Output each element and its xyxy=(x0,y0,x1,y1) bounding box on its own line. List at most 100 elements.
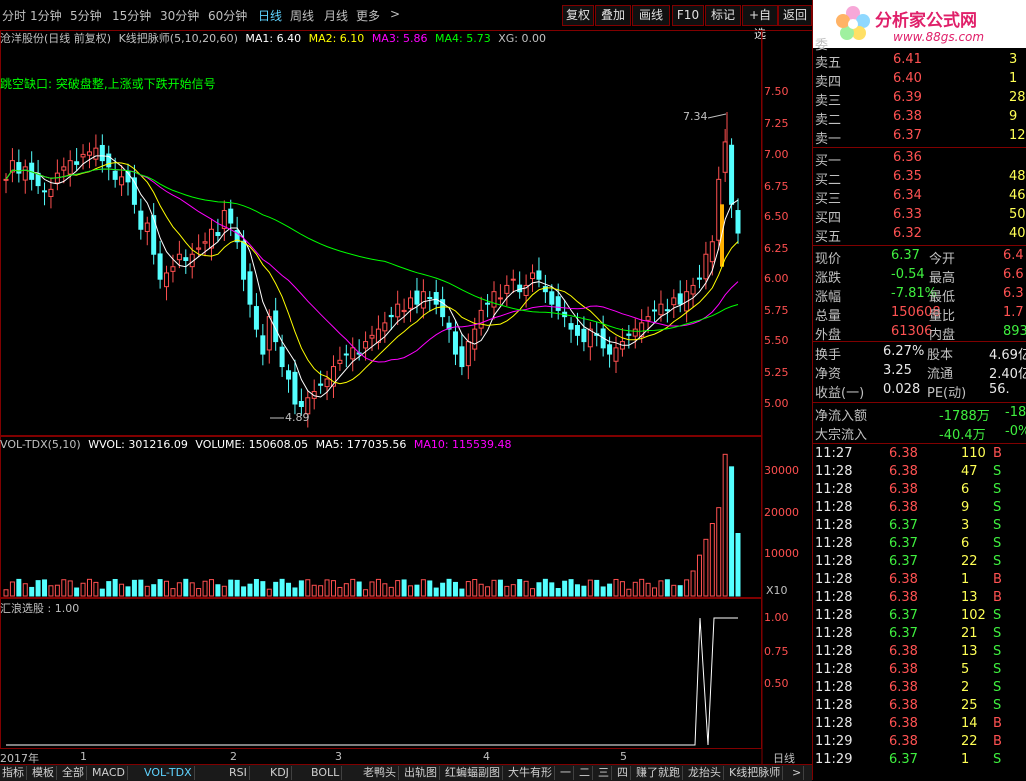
indicator-tab-10[interactable]: 红蝙蝠副图 xyxy=(443,766,503,780)
timeframe-9[interactable]: 更多 xyxy=(356,7,380,24)
ask-volume: 9 xyxy=(1009,109,1018,124)
candle-body xyxy=(337,359,343,364)
indicator-tab-13[interactable]: 二 xyxy=(577,766,593,780)
volume-bar xyxy=(729,466,735,597)
tick-row: 11:28 6.38 14 B xyxy=(813,716,1026,734)
timeframe-3[interactable]: 15分钟 xyxy=(112,7,151,24)
toolbar-button-4[interactable]: 标记 xyxy=(705,5,741,26)
stat-label: 现价 xyxy=(815,252,842,267)
bid-row: 买三 6.34 46 xyxy=(813,188,1026,207)
ask-price: 6.38 xyxy=(893,109,922,124)
tick-price: 6.37 xyxy=(889,608,918,623)
candle-body xyxy=(196,247,202,250)
tick-row: 11:28 6.38 13 S xyxy=(813,644,1026,662)
volume-bar xyxy=(607,583,613,597)
indicator-tab-8[interactable]: 老鸭头 xyxy=(361,766,399,780)
indicator-name: K线把脉师(5,10,20,60) xyxy=(118,32,238,45)
ask-row: 卖二 6.38 9 xyxy=(813,109,1026,128)
candle-body xyxy=(465,341,471,367)
indicator-tab-6[interactable]: KDJ xyxy=(268,766,292,780)
volume-unit: X10 xyxy=(766,584,788,597)
indicator-tab-1[interactable]: 模板 xyxy=(30,766,57,780)
candle-body xyxy=(363,341,369,349)
toolbar-button-5[interactable]: +自选 xyxy=(742,5,778,41)
tick-price: 6.38 xyxy=(889,680,918,695)
indicator-tab-2[interactable]: 全部 xyxy=(60,766,87,780)
tick-row: 11:27 6.38 110 B xyxy=(813,446,1026,464)
tick-time: 11:27 xyxy=(815,446,853,461)
ask-row: 卖四 6.40 1 xyxy=(813,71,1026,90)
indicator-tab-0[interactable]: 指标 xyxy=(0,766,27,780)
toolbar-button-6[interactable]: 返回 xyxy=(778,5,812,26)
candle-body xyxy=(3,178,9,181)
volume-bar xyxy=(542,578,548,597)
timeframe-4[interactable]: 30分钟 xyxy=(160,7,199,24)
indicator-tab-17[interactable]: 龙抬头 xyxy=(686,766,724,780)
indicator-tab-18[interactable]: K线把脉师 xyxy=(727,766,784,780)
panel-divider xyxy=(813,402,1026,403)
panel-divider xyxy=(813,341,1026,342)
volume-bar xyxy=(690,570,696,597)
volume-bar xyxy=(330,580,336,597)
candle-body xyxy=(170,266,176,272)
candle-body xyxy=(260,335,266,355)
volume-bar xyxy=(510,584,516,597)
timeframe-5[interactable]: 60分钟 xyxy=(208,7,247,24)
tick-volume: 6 xyxy=(961,482,970,497)
candle-body xyxy=(99,144,105,162)
timeframe-1[interactable]: 1分钟 xyxy=(30,7,62,24)
tick-row: 11:28 6.38 13 B xyxy=(813,590,1026,608)
indicator-tab-4[interactable]: VOL-TDX xyxy=(142,766,195,780)
stat-value-2: 1.7 xyxy=(1003,305,1024,320)
candle-body xyxy=(664,309,670,312)
tick-time: 11:28 xyxy=(815,500,853,515)
indicator-tab-3[interactable]: MACD xyxy=(90,766,128,780)
tick-price: 6.38 xyxy=(889,500,918,515)
tick-price: 6.38 xyxy=(889,716,918,731)
tick-side: S xyxy=(993,680,1002,695)
candle-body xyxy=(709,241,715,263)
timeframe-7[interactable]: 周线 xyxy=(290,7,314,24)
indicator-tab-7[interactable]: BOLL xyxy=(309,766,343,780)
volume-bar xyxy=(363,589,369,597)
tick-volume: 14 xyxy=(961,716,978,731)
volume-bar xyxy=(29,586,35,597)
more-arrow-icon[interactable]: > xyxy=(390,7,400,21)
stat-value-2: 6.3 xyxy=(1003,286,1024,301)
indicator-tab-11[interactable]: 大牛有形 xyxy=(506,766,555,780)
volume-bar xyxy=(125,586,131,597)
toolbar-button-1[interactable]: 叠加 xyxy=(595,5,631,26)
indicator-tab-14[interactable]: 三 xyxy=(596,766,612,780)
indicator-tab-9[interactable]: 出轨图 xyxy=(402,766,440,780)
indicator-tab-16[interactable]: 赚了就跑 xyxy=(634,766,683,780)
info-row: 换手 6.27%股本 4.69亿 xyxy=(813,344,1026,363)
volume-tick: 10000 xyxy=(764,547,799,560)
info-value-2: 2.40亿 xyxy=(989,367,1026,382)
timeframe-8[interactable]: 月线 xyxy=(324,7,348,24)
tick-price: 6.38 xyxy=(889,482,918,497)
indicator-tab-15[interactable]: 四 xyxy=(615,766,631,780)
volume-bar xyxy=(324,579,330,597)
month-label: 5 xyxy=(620,750,627,763)
tick-price: 6.37 xyxy=(889,518,918,533)
volume-bar xyxy=(35,580,41,597)
candle-body xyxy=(510,278,516,281)
timeframe-2[interactable]: 5分钟 xyxy=(70,7,102,24)
logo-banner: 分析家公式网 www.88gs.com xyxy=(813,0,1026,48)
indicator-tab-5[interactable]: RSI xyxy=(227,766,250,780)
chart-canvas[interactable] xyxy=(0,30,812,764)
toolbar-button-3[interactable]: F10 xyxy=(672,5,704,26)
vol-ma10-value: MA10: 115539.48 xyxy=(413,438,512,451)
toolbar-button-0[interactable]: 复权 xyxy=(562,5,594,26)
timeframe-6[interactable]: 日线 xyxy=(258,7,282,24)
indicator-tab-12[interactable]: 一 xyxy=(558,766,574,780)
tick-time: 11:28 xyxy=(815,608,853,623)
toolbar-button-2[interactable]: 画线 xyxy=(632,5,670,26)
volume-bar xyxy=(22,583,28,597)
ma3-value: MA3: 5.86 xyxy=(371,32,428,45)
indicator-tab-19[interactable]: > xyxy=(790,766,805,780)
timeframe-0[interactable]: 分时 xyxy=(2,7,26,24)
main-chart-header: 沧洋股份(日线 前复权) K线把脉师(5,10,20,60) MA1: 6.40… xyxy=(0,30,546,46)
tick-volume: 47 xyxy=(961,464,978,479)
volume-bar xyxy=(80,582,86,597)
